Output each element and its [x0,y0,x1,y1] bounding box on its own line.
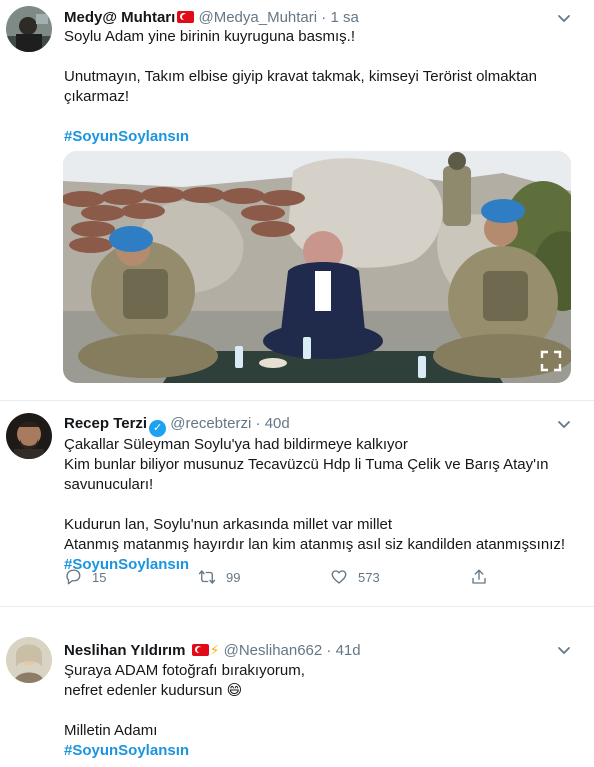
timestamp[interactable]: 1 sa [330,9,358,26]
text-line: Milletin Adamı [64,722,158,739]
retweet-button[interactable]: 99 [198,568,240,586]
text-line: Soylu Adam yine birinin kuyruguna basmış… [64,28,355,45]
display-name[interactable]: Neslihan Yıldırım [64,642,185,659]
avatar[interactable] [6,637,52,683]
tweet-header: Recep Terzi ✓ @recebterzi · 40d [64,415,290,437]
handle[interactable]: @Medya_Muhtari [198,9,317,26]
tweet-photo[interactable] [63,151,571,383]
tweet-header: Neslihan Yıldırım ⚡ @Neslihan662 · 41d [64,641,361,660]
tweet-actions: 15 99 573 [64,568,504,604]
text-line [64,107,574,127]
text-line: savunucuları! [64,476,154,493]
tweet-text: Çakallar Süleyman Soylu'ya had bildirmey… [64,435,574,575]
tweet-1[interactable]: Medy@ Muhtarı @Medya_Muhtari · 1 sa Soyl… [0,0,594,400]
text-line: Kudurun lan, Soylu'nun arkasında millet … [64,516,393,533]
text-line: Kim bunlar biliyor musunuz Tecavüzcü Hdp… [64,456,549,473]
text-line: Çakallar Süleyman Soylu'ya had bildirmey… [64,436,408,453]
hashtag-link[interactable]: #SoyunSoylansın [64,741,574,761]
reply-count: 15 [92,569,107,585]
photo-illustration [63,151,571,383]
timestamp[interactable]: 41d [336,642,361,659]
chevron-down-icon[interactable] [556,642,572,658]
text-line: Atanmış matanmış hayırdır lan kim atanmı… [64,536,566,553]
tweet-text: Soylu Adam yine birinin kuyruguna basmış… [64,27,574,147]
reply-icon [66,569,81,585]
display-name[interactable]: Medy@ Muhtarı [64,9,175,26]
retweet-icon [198,570,216,584]
handle[interactable]: @Neslihan662 [224,642,323,659]
heart-icon [331,570,347,584]
separator-dot: · [326,642,332,659]
text-line: çıkarmaz! [64,88,130,105]
text-line: nefret edenler kudursun 😄 [64,682,243,699]
like-button[interactable]: 573 [330,568,380,586]
chevron-down-icon[interactable] [556,416,572,432]
share-icon [472,569,486,584]
text-line [64,47,574,67]
handle[interactable]: @recebterzi [170,415,251,432]
separator-dot: · [321,9,327,26]
turkey-flag-icon [177,11,195,23]
share-button[interactable] [470,568,488,586]
timestamp[interactable]: 40d [265,415,290,432]
separator-dot: · [255,415,261,432]
retweet-count: 99 [226,569,241,585]
lightning-bolt-icon: ⚡ [209,642,220,658]
turkey-flag-icon [191,644,209,656]
display-name[interactable]: Recep Terzi [64,415,147,432]
expand-icon[interactable] [539,349,563,373]
text-line [64,701,574,721]
like-count: 573 [358,569,380,585]
text-line [64,495,574,515]
tweet-header: Medy@ Muhtarı @Medya_Muhtari · 1 sa [64,9,359,27]
text-line: Şuraya ADAM fotoğrafı bırakıyorum, [64,662,305,679]
avatar[interactable] [6,413,52,459]
avatar[interactable] [6,6,52,52]
reply-button[interactable]: 15 [64,568,106,586]
chevron-down-icon[interactable] [556,10,572,26]
tweet-text: Şuraya ADAM fotoğrafı bırakıyorum, nefre… [64,661,574,761]
hashtag-link[interactable]: #SoyunSoylansın [64,127,574,147]
tweet-3[interactable]: Neslihan Yıldırım ⚡ @Neslihan662 · 41d Ş… [0,607,594,767]
text-line: Unutmayın, Takım elbise giyip kravat tak… [64,68,537,85]
